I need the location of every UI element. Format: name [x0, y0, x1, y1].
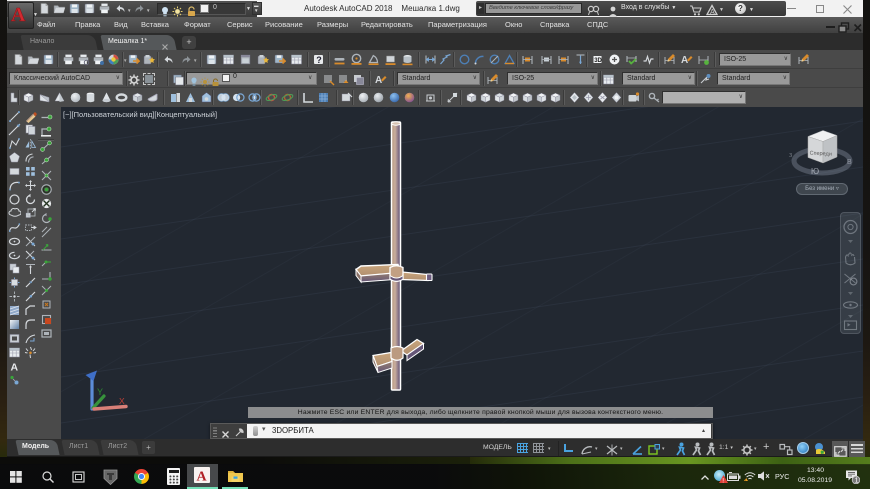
svg-text:3D: 3D	[594, 58, 602, 64]
svg-text:з: з	[789, 152, 792, 159]
svg-text:Спереди: Спереди	[809, 151, 832, 158]
svg-text:X: X	[119, 396, 125, 406]
svg-text:A: A	[681, 55, 688, 66]
svg-text:!: !	[722, 477, 724, 483]
svg-text:Ю: Ю	[811, 167, 819, 176]
svg-text:A: A	[11, 361, 19, 373]
svg-text:?: ?	[316, 55, 322, 65]
svg-text:A: A	[375, 75, 382, 86]
svg-text:1: 1	[855, 478, 859, 484]
svg-text:A: A	[197, 470, 208, 484]
svg-text:Y: Y	[97, 387, 103, 397]
svg-text:A: A	[11, 4, 26, 26]
svg-text:!: !	[745, 477, 746, 481]
svg-text:A: A	[710, 9, 715, 16]
svg-text:В: В	[847, 159, 852, 166]
